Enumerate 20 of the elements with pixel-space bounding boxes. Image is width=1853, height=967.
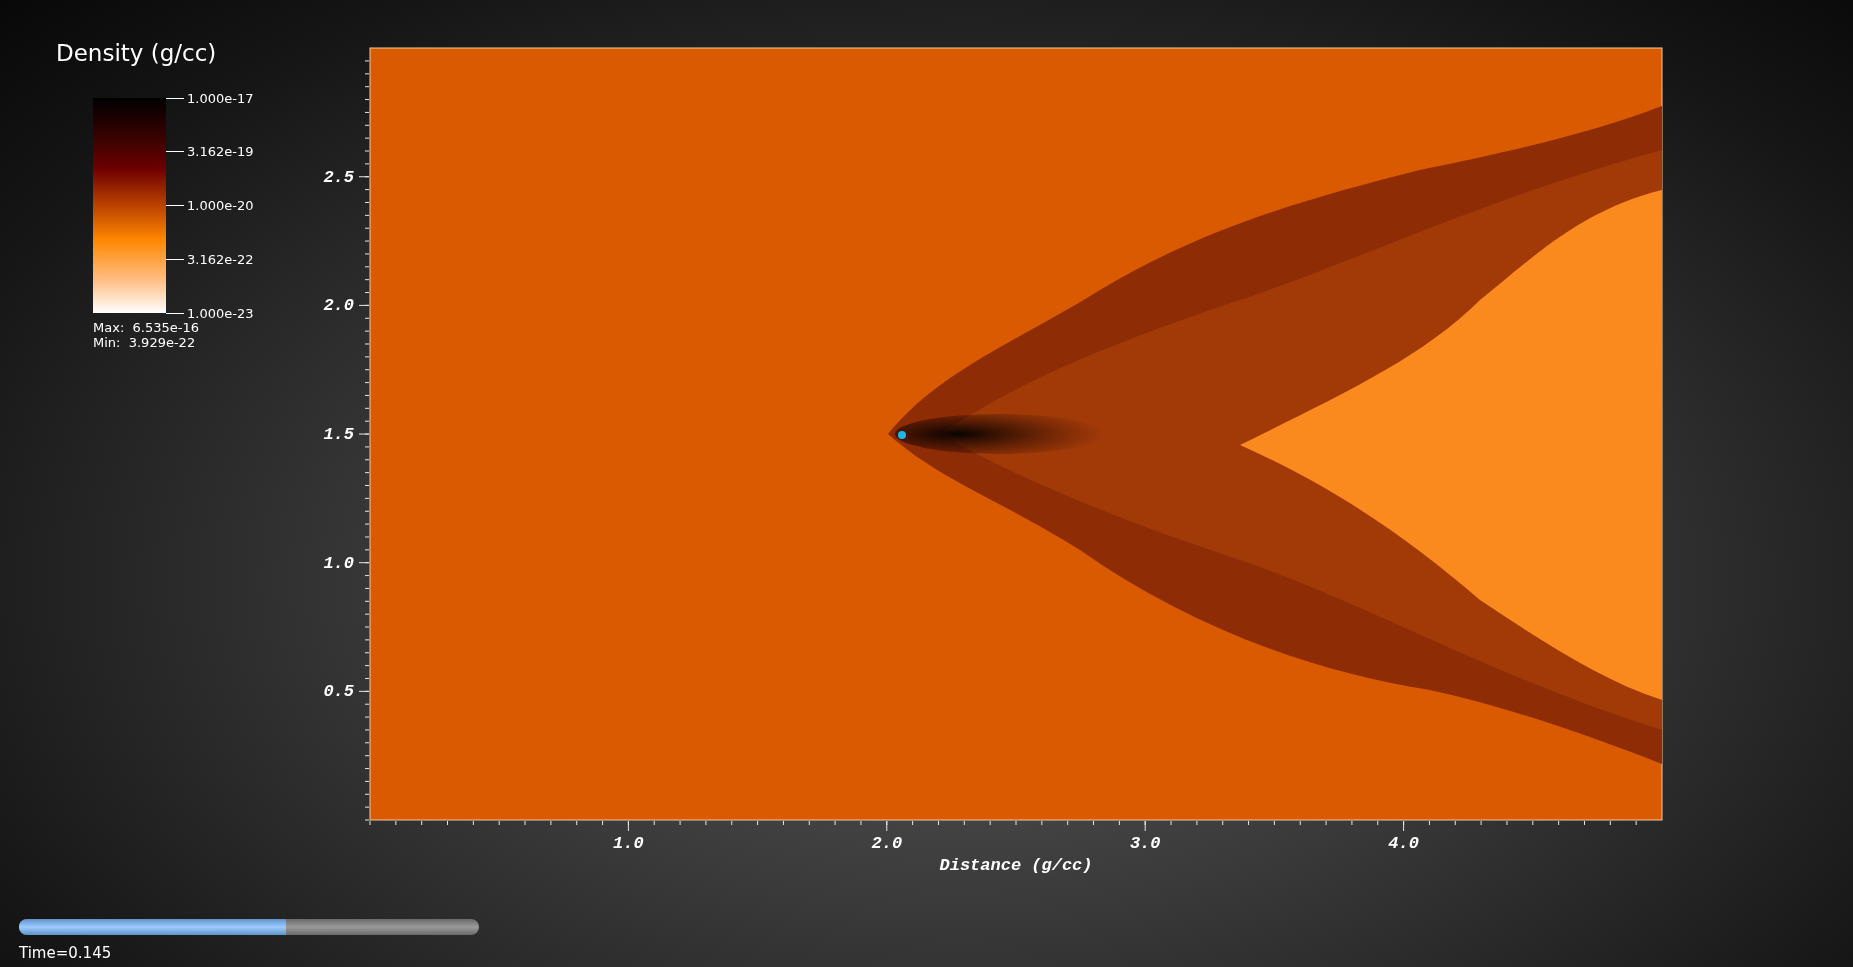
x-tick-label: 2.0 bbox=[871, 834, 903, 853]
legend-tick-label: 3.162e-22 bbox=[187, 251, 254, 267]
legend-tick-label: 1.000e-20 bbox=[187, 198, 254, 213]
y-tick-label: 1.0 bbox=[323, 553, 354, 573]
time-label: Time=0.145 bbox=[19, 944, 113, 962]
x-tick-label: 3.0 bbox=[1129, 834, 1161, 853]
y-tick-label: 0.5 bbox=[323, 682, 354, 702]
x-tick-label: 1.0 bbox=[613, 834, 644, 853]
legend-tick-label: 1.000e-17 bbox=[187, 90, 254, 106]
legend-title: Density (g/cc) bbox=[56, 39, 218, 68]
x-axis-title: Distance (g/cc) bbox=[939, 856, 1093, 875]
legend-min-label: Min: 3.929e-22 bbox=[93, 335, 197, 350]
legend-tick-label: 1.000e-23 bbox=[187, 305, 254, 321]
legend-tick-label: 3.162e-19 bbox=[187, 144, 254, 160]
y-tick-label: 2.0 bbox=[323, 296, 354, 316]
y-tick-label: 1.5 bbox=[323, 425, 354, 445]
y-tick-label: 2.5 bbox=[323, 167, 354, 187]
time-slider[interactable] bbox=[19, 919, 479, 935]
x-tick-label: 4.0 bbox=[1388, 834, 1419, 853]
legend-max-label: Max: 6.535e-16 bbox=[93, 320, 200, 335]
